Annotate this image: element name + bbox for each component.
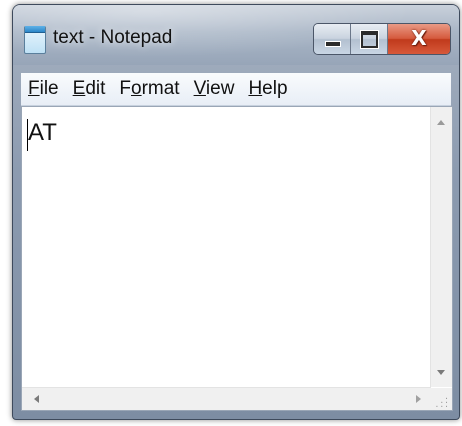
maximize-button[interactable] bbox=[351, 24, 388, 54]
minimize-icon bbox=[325, 41, 341, 47]
menu-edit[interactable]: Edit bbox=[66, 78, 113, 100]
scroll-right-arrow-icon[interactable] bbox=[416, 395, 421, 403]
menu-view[interactable]: View bbox=[187, 78, 242, 100]
scroll-up-arrow-icon[interactable] bbox=[437, 120, 445, 125]
menu-help[interactable]: Help bbox=[241, 78, 294, 100]
minimize-button[interactable] bbox=[314, 24, 351, 54]
window-title: text - Notepad bbox=[53, 27, 173, 48]
menu-bar: File Edit Format View Help bbox=[21, 73, 451, 106]
size-grip-icon: . ..... bbox=[434, 392, 449, 409]
maximize-icon bbox=[360, 30, 379, 49]
editor-frame: AT . ..... bbox=[21, 106, 453, 411]
close-icon: X bbox=[411, 26, 427, 50]
notepad-icon[interactable] bbox=[24, 26, 46, 54]
document-text: AT bbox=[28, 119, 57, 146]
text-caret bbox=[27, 119, 28, 151]
title-bar[interactable]: text - Notepad X bbox=[13, 5, 459, 65]
close-button[interactable]: X bbox=[388, 24, 450, 54]
text-editor-area[interactable]: AT bbox=[22, 107, 431, 387]
horizontal-scrollbar[interactable] bbox=[22, 387, 431, 410]
scroll-left-arrow-icon[interactable] bbox=[34, 395, 39, 403]
menu-format[interactable]: Format bbox=[112, 78, 186, 100]
menu-file[interactable]: File bbox=[21, 78, 66, 100]
size-grip[interactable]: . ..... bbox=[431, 388, 452, 410]
notepad-window: text - Notepad X File Edit Format View H… bbox=[12, 4, 460, 420]
caption-buttons: X bbox=[313, 23, 451, 55]
scroll-down-arrow-icon[interactable] bbox=[437, 370, 445, 375]
vertical-scrollbar[interactable] bbox=[430, 107, 452, 387]
